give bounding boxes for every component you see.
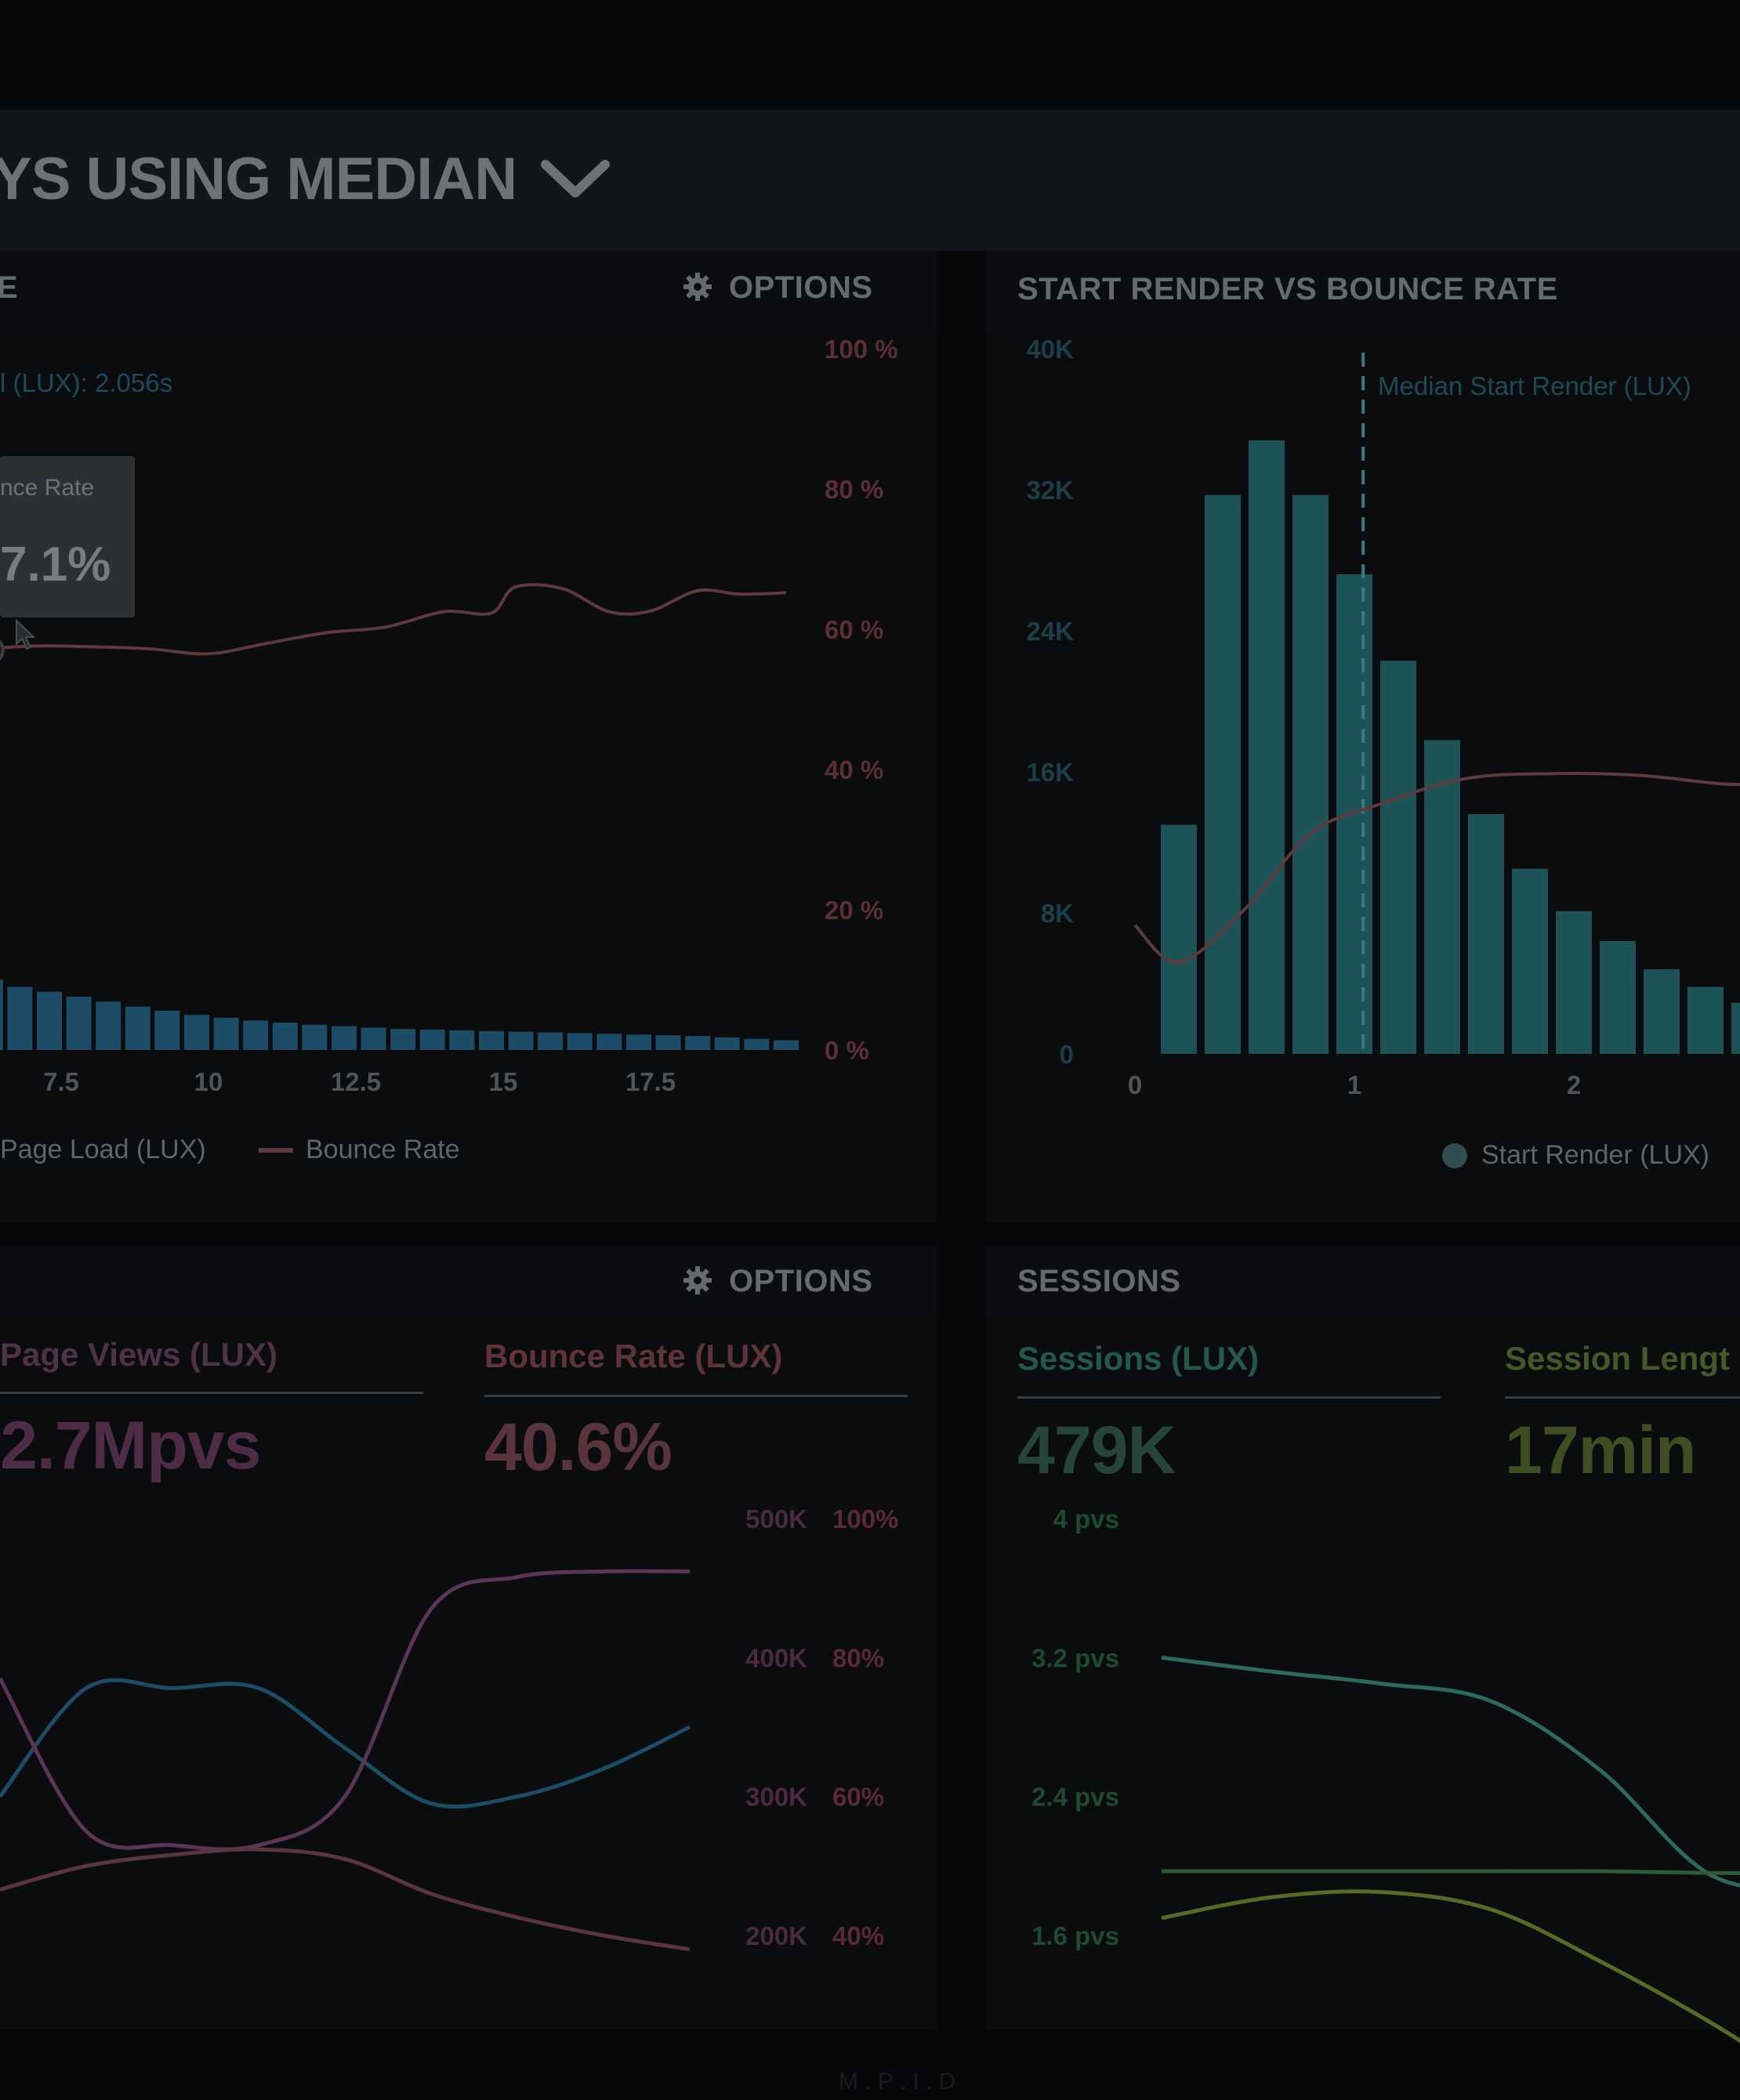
y-tick-label: 1.6 pvs xyxy=(1031,1921,1119,1950)
session-length-line xyxy=(1161,1889,1740,2044)
footer-text: M . P . I . D xyxy=(839,2069,956,2095)
y-tick-label: 4 pvs xyxy=(1053,1504,1119,1533)
y-tick-label: 3.2 pvs xyxy=(1031,1643,1119,1672)
sessions-line xyxy=(1161,1655,1740,1888)
flat-line xyxy=(1161,1869,1740,1875)
y-tick-label: 2.4 pvs xyxy=(1031,1783,1119,1812)
sessions-chart: 1.6 pvs 2.4 pvs 3.2 pvs 4 pvs xyxy=(1031,1504,1740,2044)
